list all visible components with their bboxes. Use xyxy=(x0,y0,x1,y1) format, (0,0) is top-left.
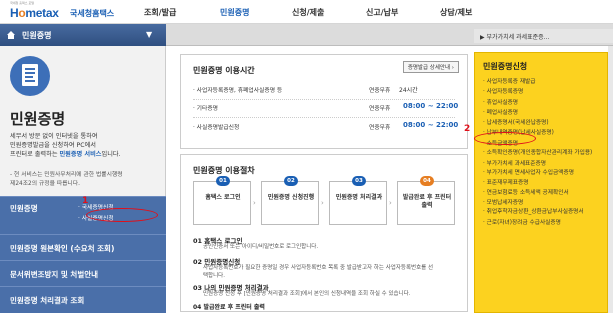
arrow-right-icon: › xyxy=(389,199,392,207)
scrollbar[interactable] xyxy=(608,46,613,313)
procedure-panel: 민원증명 이용절차 01 홈택스 로그인 › 02 민원증명 신청진행 › 03… xyxy=(180,154,468,312)
section-title-bar: 민원증명 ▼ xyxy=(0,24,166,46)
sidebar-item-result-inquiry[interactable]: 민원증명 처리결과 조회 xyxy=(0,286,166,313)
document-icon xyxy=(10,56,50,96)
annotation-number: 1 xyxy=(82,196,89,206)
sidebar: 민원증명 세무서 방문 없이 인터넷을 통하여 민원증명발급을 신청하여 PC에… xyxy=(0,46,166,313)
hometax-logo[interactable]: 국세청 홈택스 포털 Hometax 국세청홈택스 xyxy=(10,1,120,20)
hours-row: · 사실증명발급신청 연중무휴 08:00 ~ 22:00 xyxy=(193,121,459,131)
procedure-section-desc: 사업자등록번호가 필요한 증명일 경우 사업자등록번호 목록 중 발급받고자 하… xyxy=(203,265,434,279)
procedure-section-title: 04 발급완료 후 프린터 출력 xyxy=(193,304,265,311)
certificate-link[interactable]: · 사업자등록증명 xyxy=(483,87,605,97)
home-icon[interactable] xyxy=(6,30,16,40)
hours-title: 민원증명 이용시간 xyxy=(193,66,255,75)
main-nav: 조회/발급 민원증명 신청/제출 신고/납부 상담/제보 xyxy=(140,0,613,24)
nav-item-inquiry[interactable]: 조회/발급 xyxy=(144,7,176,18)
nav-item-consult[interactable]: 상담/제보 xyxy=(440,7,472,18)
logo-wordmark: Hometax xyxy=(10,6,59,20)
sidebar-description: 세무서 방문 없이 인터넷을 통하여 민원증명발급을 신청하여 PC에서 프린터… xyxy=(10,133,121,158)
certificate-link[interactable]: · 사업자등록증 재발급 xyxy=(483,77,605,87)
logo-tagline: 국세청 홈택스 포털 xyxy=(10,1,34,5)
main-content: 민원증명 이용시간 증명발급 상세안내 › · 사업자등록증명, 휴폐업사실증명… xyxy=(180,46,468,313)
certificate-link[interactable]: · 부가가치세 면세사업자 수입금액증명 xyxy=(483,169,605,179)
sidebar-title: 민원증명 xyxy=(10,110,66,128)
step-print: 04 발급완료 후 프린터 출력 xyxy=(397,176,455,225)
annotation-oval xyxy=(86,208,158,222)
nav-item-application[interactable]: 신청/제출 xyxy=(292,7,324,18)
certificate-link[interactable]: · 표준재무제표증명 xyxy=(483,178,605,188)
annotation-oval xyxy=(474,132,536,145)
hours-row: · 사업자등록증명, 휴폐업사실증명 등 연중무휴 24시간 xyxy=(193,87,418,94)
issuance-guide-button[interactable]: 증명발급 상세안내 › xyxy=(402,61,459,73)
step-apply: 02 민원증명 신청진행 xyxy=(261,176,319,225)
certificate-link[interactable]: · 취업후학자금상환_상환금납부사실증명서 xyxy=(483,208,605,218)
sidebar-note: - 현 서비스는 민원사무처리에 관한 법률시행령 제24조2의 규정을 따릅니… xyxy=(10,172,123,187)
certificate-link[interactable]: · 부가가치세 과세표준증명 xyxy=(483,159,605,169)
procedure-title: 민원증명 이용절차 xyxy=(193,166,255,175)
certificate-link[interactable]: · 근로(자녀)장려금 수급사실증명 xyxy=(483,218,605,228)
sidebar-item-original-verify[interactable]: 민원증명 원본확인 (수요처 조회) xyxy=(0,234,166,260)
header: 국세청 홈택스 포털 Hometax 국세청홈택스 조회/발급 민원증명 신청/… xyxy=(0,0,613,24)
certificate-list-title: 민원증명신청 xyxy=(483,62,528,71)
arrow-right-icon: › xyxy=(253,199,256,207)
certificate-link[interactable]: · 소득확인증명(개인종합자산관리계좌 가입용) xyxy=(483,149,605,159)
notice-bar[interactable]: ▶ 부가가치세 과세표준증... xyxy=(474,29,613,43)
chevron-down-icon[interactable]: ▼ xyxy=(146,30,158,40)
sidebar-item-forgery-prevention[interactable]: 문서위변조방지 및 처벌안내 xyxy=(0,260,166,286)
nav-item-filing[interactable]: 신고/납부 xyxy=(366,7,398,18)
hours-row: · 기타증명 연중무휴 08:00 ~ 22:00 xyxy=(193,102,459,112)
certificate-link[interactable]: · 연금보험료등 소득세액 공제확인서 xyxy=(483,189,605,199)
procedure-section-desc: 공인인증서 또는 아이디/비밀번호로 로그인합니다. xyxy=(203,244,319,250)
step-login: 01 홈택스 로그인 xyxy=(193,176,251,225)
certificate-link[interactable]: · 폐업사실증명 xyxy=(483,108,605,118)
certificate-list: · 사업자등록증 재발급 · 사업자등록증명 · 휴업사실증명 · 폐업사실증명… xyxy=(483,77,605,228)
procedure-section-desc: 민원증명 신청 후 [민원증명 처리결과 조회]에서 본인의 신청내역을 조회 … xyxy=(203,291,411,297)
certificate-link[interactable]: · 휴업사실증명 xyxy=(483,98,605,108)
certificate-list-panel: 민원증명신청 · 사업자등록증 재발급 · 사업자등록증명 · 휴업사실증명 ·… xyxy=(474,52,608,313)
certificate-link[interactable]: · 납세증명서(국세완납증명) xyxy=(483,118,605,128)
logo-subtitle: 국세청홈택스 xyxy=(70,9,115,18)
certificate-link[interactable]: · 모범납세자증명 xyxy=(483,198,605,208)
arrow-right-icon: › xyxy=(321,199,324,207)
annotation-number: 2 xyxy=(464,124,471,134)
step-result: 03 민원증명 처리결과 xyxy=(329,176,387,225)
section-title: 민원증명 xyxy=(22,31,52,40)
hours-panel: 민원증명 이용시간 증명발급 상세안내 › · 사업자등록증명, 휴폐업사실증명… xyxy=(180,54,468,149)
nav-item-certificates[interactable]: 민원증명 xyxy=(220,7,249,18)
